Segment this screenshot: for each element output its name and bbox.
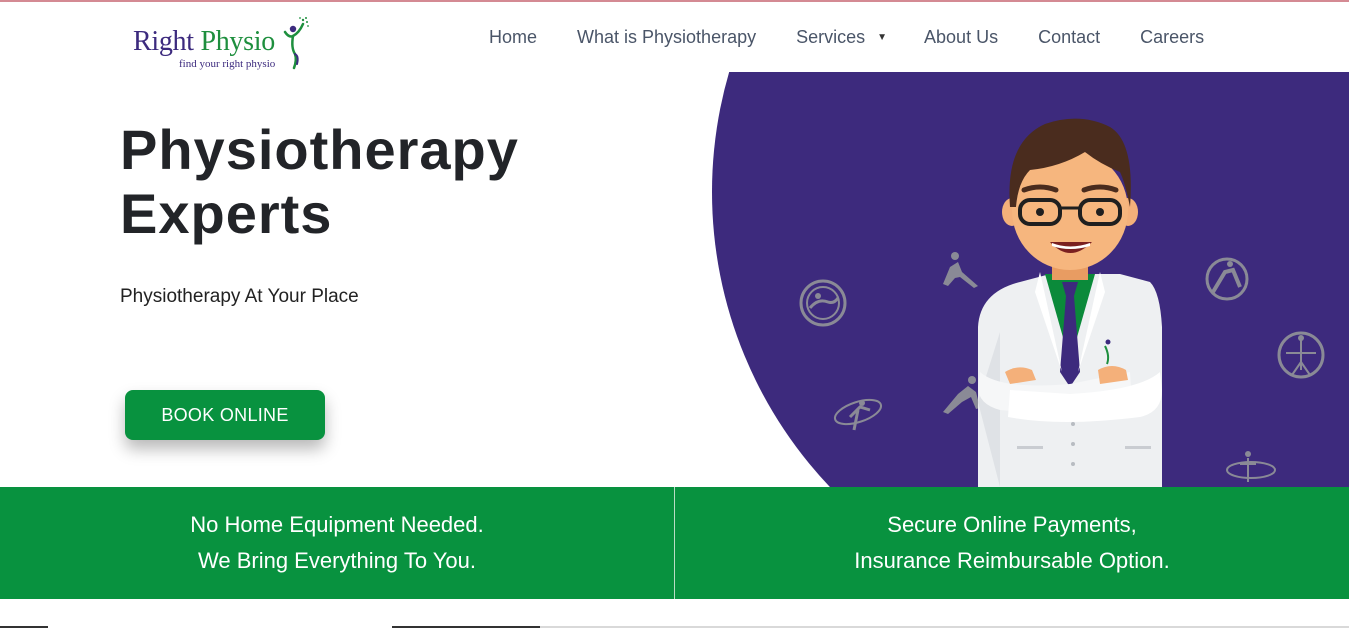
logo-wordmark: Right Physio xyxy=(133,26,275,58)
logo-tagline: find your right physio xyxy=(179,58,276,70)
banner-payments: Secure Online Payments, Insurance Reimbu… xyxy=(674,487,1349,599)
nav-services[interactable]: Services ▼ xyxy=(796,27,887,48)
nav-what-is-physiotherapy[interactable]: What is Physiotherapy xyxy=(577,27,756,48)
logo-word-right: Right xyxy=(133,26,194,57)
banner-right-line1: Secure Online Payments, xyxy=(887,512,1137,537)
banner-left-line1: No Home Equipment Needed. xyxy=(190,512,484,537)
hero-illustration xyxy=(712,72,1349,487)
nav-home[interactable]: Home xyxy=(489,27,537,48)
banner-right-line2: Insurance Reimbursable Option. xyxy=(854,548,1170,573)
logo-figure-icon xyxy=(283,17,309,70)
banner-left-line2: We Bring Everything To You. xyxy=(197,548,477,573)
hero-subtitle: Physiotherapy At Your Place xyxy=(120,286,359,307)
nav-contact[interactable]: Contact xyxy=(1038,27,1100,48)
hero-title-line1: Physiotherapy xyxy=(120,118,519,181)
hero-title: Physiotherapy Experts xyxy=(120,118,519,246)
nav-services-label: Services xyxy=(796,26,866,47)
book-online-button[interactable]: BOOK ONLINE xyxy=(125,390,325,440)
nav-careers[interactable]: Careers xyxy=(1140,27,1204,48)
main-nav: Home What is Physiotherapy Services ▼ Ab… xyxy=(489,25,1204,49)
top-accent-line xyxy=(0,0,1349,2)
hero-title-line2: Experts xyxy=(120,182,333,245)
features-banner: No Home Equipment Needed. We Bring Every… xyxy=(0,487,1349,599)
nav-about-us[interactable]: About Us xyxy=(924,27,998,48)
caret-down-icon: ▼ xyxy=(877,31,888,43)
logo-word-physio: Physio xyxy=(200,26,275,57)
site-logo[interactable]: Right Physio find your right physio xyxy=(133,16,313,72)
banner-equipment: No Home Equipment Needed. We Bring Every… xyxy=(0,487,674,599)
